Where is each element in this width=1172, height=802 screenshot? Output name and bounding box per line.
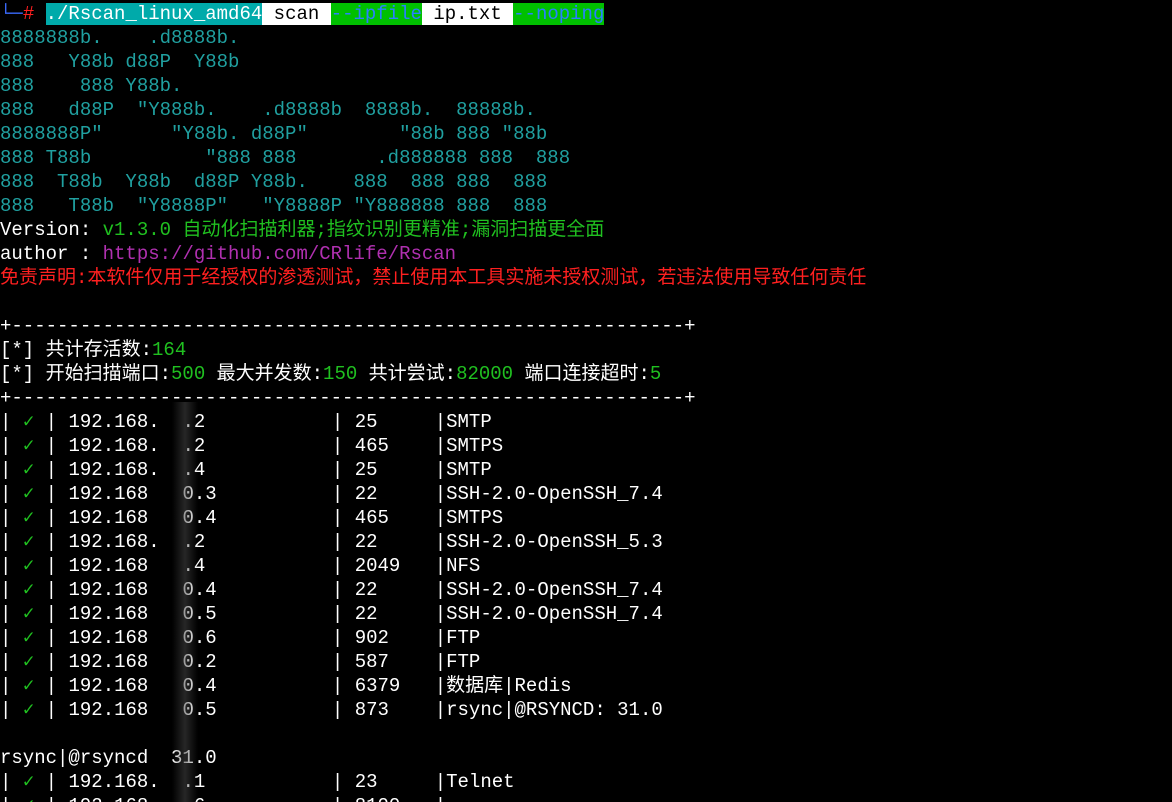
table-row: | ✓ | 192.168 0.2 | 587 |FTP bbox=[0, 651, 481, 673]
separator-line: +---------------------------------------… bbox=[0, 387, 696, 409]
service-cell: rsync|@RSYNCD: 31.0 bbox=[446, 699, 663, 721]
banner-line: 888 Y88b d88P Y88b bbox=[0, 51, 240, 73]
table-row: | ✓ | 192.168. .2 | 465 |SMTPS bbox=[0, 435, 504, 457]
port-cell: 25 bbox=[354, 411, 378, 433]
port-cell: 22 bbox=[354, 579, 378, 601]
service-cell: SSH-2.0-OpenSSH_7.4 bbox=[446, 603, 663, 625]
banner-line: 888 T88b Y88b d88P Y88b. 888 888 888 888 bbox=[0, 171, 548, 193]
check-icon: ✓ bbox=[22, 459, 35, 481]
service-cell: NFS bbox=[446, 555, 481, 577]
concurrency-label: 最大并发数: bbox=[205, 363, 324, 385]
table-row: | ✓ | 192.168 0.6 | 902 |FTP bbox=[0, 627, 481, 649]
timeout-label: 端口连接超时: bbox=[513, 363, 650, 385]
author-label: author : bbox=[0, 243, 103, 265]
alive-count-value: 164 bbox=[152, 339, 187, 361]
service-cell: SMTPS bbox=[446, 507, 504, 529]
redaction-blur bbox=[172, 402, 198, 802]
command-flag-ipfile: --ipfile bbox=[330, 3, 422, 25]
port-cell: 2049 bbox=[354, 555, 401, 577]
table-row: | ✓ | 192.168 0.5 | 22 |SSH-2.0-OpenSSH_7… bbox=[0, 603, 663, 625]
table-row: | ✓ | 192.168. .1 | 23 |Telnet bbox=[0, 771, 515, 793]
command-prompt-line: └─# ./Rscan_linux_amd64 scan --ipfile ip… bbox=[0, 2, 605, 26]
port-cell: 22 bbox=[354, 531, 378, 553]
banner-line: 888 888 Y88b. bbox=[0, 75, 183, 97]
port-cell: 465 bbox=[354, 435, 389, 457]
service-cell: SMTPS bbox=[446, 435, 504, 457]
table-row: | ✓ | 192.168 0.4 | 6379 |数据库|Redis bbox=[0, 675, 572, 697]
check-icon: ✓ bbox=[22, 435, 35, 457]
ports-value: 500 bbox=[171, 363, 206, 385]
command-subcommand: scan bbox=[262, 3, 331, 25]
check-icon: ✓ bbox=[22, 507, 35, 529]
concurrency-value: 150 bbox=[323, 363, 358, 385]
port-cell: 587 bbox=[354, 651, 389, 673]
table-row: | ✓ | 192.168. .6 | 8100| bbox=[0, 794, 446, 802]
timeout-value: 5 bbox=[649, 363, 662, 385]
alive-count-label: [*] 共计存活数: bbox=[0, 339, 153, 361]
port-cell: 465 bbox=[354, 507, 389, 529]
check-icon: ✓ bbox=[22, 411, 35, 433]
prompt-hash: # bbox=[22, 3, 35, 25]
author-link[interactable]: https://github.com/CRlife/Rscan bbox=[103, 243, 456, 265]
service-cell: FTP bbox=[446, 627, 481, 649]
service-cell: SSH-2.0-OpenSSH_7.4 bbox=[446, 579, 663, 601]
port-cell: 22 bbox=[354, 483, 378, 505]
prompt-corner: └─ bbox=[0, 3, 23, 25]
service-cell: 数据库|Redis bbox=[446, 675, 572, 697]
check-icon: ✓ bbox=[22, 651, 35, 673]
table-row: | ✓ | 192.168 0.3 | 22 |SSH-2.0-OpenSSH_7… bbox=[0, 483, 663, 505]
command-flag-noping: --noping bbox=[513, 3, 605, 25]
check-icon: ✓ bbox=[22, 627, 35, 649]
attempts-label: 共计尝试: bbox=[357, 363, 457, 385]
banner-line: 8888888P" "Y88b. d88P" "88b 888 "88b bbox=[0, 123, 548, 145]
port-cell: 22 bbox=[354, 603, 378, 625]
check-icon: ✓ bbox=[22, 555, 35, 577]
command-ipfile-value: ip.txt bbox=[421, 3, 514, 25]
table-row: | ✓ | 192.168. .4 | 25 |SMTP bbox=[0, 459, 492, 481]
table-row: | ✓ | 192.168. .2 | 25 |SMTP bbox=[0, 411, 492, 433]
terminal-window[interactable]: └─# ./Rscan_linux_amd64 scan --ipfile ip… bbox=[0, 0, 1172, 802]
banner-line: 8888888b. .d8888b. bbox=[0, 27, 240, 49]
alive-count-line: [*] 共计存活数:164 bbox=[0, 338, 186, 362]
version-value: v1.3.0 bbox=[102, 219, 172, 241]
port-cell: 902 bbox=[354, 627, 389, 649]
scan-config-line: [*] 开始扫描端口:500 最大并发数:150 共计尝试:82000 端口连接… bbox=[0, 362, 661, 386]
service-cell: SMTP bbox=[446, 411, 492, 433]
attempts-value: 82000 bbox=[456, 363, 514, 385]
check-icon: ✓ bbox=[22, 699, 35, 721]
command-executable: ./Rscan_linux_amd64 bbox=[45, 3, 263, 25]
port-cell: 6379 bbox=[354, 675, 401, 697]
check-icon: ✓ bbox=[22, 483, 35, 505]
check-icon: ✓ bbox=[22, 675, 35, 697]
banner-line: 888 d88P "Y888b. .d8888b 8888b. 88888b. bbox=[0, 99, 536, 121]
service-cell: SMTP bbox=[446, 459, 492, 481]
banner-line: 888 T88b "888 888 .d888888 888 888 bbox=[0, 147, 571, 169]
service-cell: SSH-2.0-OpenSSH_7.4 bbox=[446, 483, 663, 505]
separator-line: +---------------------------------------… bbox=[0, 315, 696, 337]
check-icon: ✓ bbox=[22, 579, 35, 601]
check-icon: ✓ bbox=[22, 771, 35, 793]
table-row: | ✓ | 192.168 .4 | 2049 |NFS bbox=[0, 555, 481, 577]
check-icon: ✓ bbox=[22, 531, 35, 553]
check-icon: ✓ bbox=[23, 795, 34, 802]
version-line: Version: v1.3.0 自动化扫描利器;指纹识别更精准;漏洞扫描更全面 bbox=[0, 218, 604, 242]
table-row: | ✓ | 192.168 0.5 | 873 |rsync|@RSYNCD: 3… bbox=[0, 699, 663, 721]
version-label: Version: bbox=[0, 219, 103, 241]
check-icon: ✓ bbox=[22, 603, 35, 625]
table-row: | ✓ | 192.168 0.4 | 465 |SMTPS bbox=[0, 507, 504, 529]
port-cell: 23 bbox=[354, 771, 378, 793]
table-row: | ✓ | 192.168. .2 | 22 |SSH-2.0-OpenSSH_5… bbox=[0, 531, 663, 553]
service-cell: SSH-2.0-OpenSSH_5.3 bbox=[446, 531, 663, 553]
table-row: | ✓ | 192.168 0.4 | 22 |SSH-2.0-OpenSSH_7… bbox=[0, 579, 663, 601]
service-cell: FTP bbox=[446, 651, 481, 673]
ports-label: [*] 开始扫描端口: bbox=[0, 363, 172, 385]
port-cell: 25 bbox=[354, 459, 378, 481]
service-cell: Telnet bbox=[446, 771, 515, 793]
port-cell: 873 bbox=[354, 699, 389, 721]
port-cell: 8100 bbox=[355, 794, 435, 802]
version-description: 自动化扫描利器;指纹识别更精准;漏洞扫描更全面 bbox=[171, 219, 605, 241]
disclaimer-line: 免责声明:本软件仅用于经授权的渗透测试，禁止使用本工具实施未授权测试，若违法使用… bbox=[0, 267, 867, 289]
author-line: author : https://github.com/CRlife/Rscan bbox=[0, 242, 456, 266]
banner-line: 888 T88b "Y8888P" "Y8888P "Y888888 888 8… bbox=[0, 195, 548, 217]
